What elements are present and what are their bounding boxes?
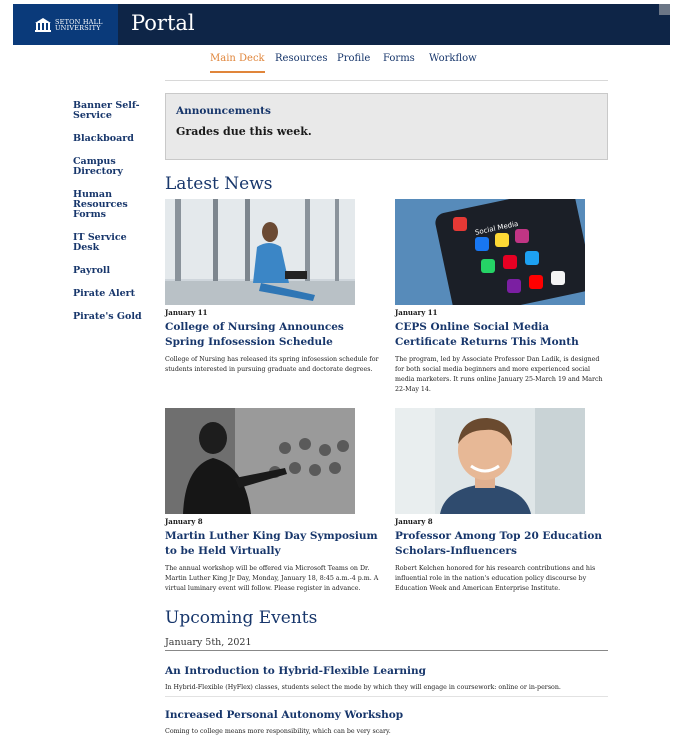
logo-line-2: UNIVERSITY: [55, 23, 101, 32]
announcement-text: Grades due this week.: [176, 125, 312, 138]
mlk-speech-photo[interactable]: [165, 408, 355, 514]
news-blurb: Robert Kelchen honored for his research …: [395, 565, 596, 592]
corner-menu-icon[interactable]: [659, 4, 670, 15]
news-card: January 8 Martin Luther King Day Symposi…: [165, 408, 380, 594]
event-divider: [165, 696, 608, 697]
event-title[interactable]: An Introduction to Hybrid-Flexible Learn…: [165, 665, 608, 677]
news-headline[interactable]: Professor Among Top 20 Education Scholar…: [395, 529, 610, 559]
news-date: January 8: [165, 517, 203, 526]
events-date-header: January 5th, 2021: [165, 637, 608, 651]
news-date: January 8: [395, 517, 433, 526]
main-tabs: Main Deck Resources Profile Forms Workfl…: [165, 45, 608, 81]
social-media-apps-photo[interactable]: Social Media: [395, 199, 585, 305]
sidebar-item-pirates-gold[interactable]: Pirate's Gold: [73, 312, 153, 322]
latest-news-heading: Latest News: [165, 174, 273, 194]
sidebar-item-payroll[interactable]: Payroll: [73, 266, 153, 276]
sidebar-item-banner-self-service[interactable]: Banner Self-Service: [73, 101, 153, 121]
event-item: Increased Personal Autonomy Workshop Com…: [165, 709, 608, 735]
news-card: January 8 Professor Among Top 20 Educati…: [395, 408, 610, 594]
event-item: An Introduction to Hybrid-Flexible Learn…: [165, 665, 608, 697]
news-card: January 11 College of Nursing Announces …: [165, 199, 380, 375]
upcoming-events-heading: Upcoming Events: [165, 608, 318, 628]
professor-portrait-photo[interactable]: [395, 408, 585, 514]
sidebar-quick-links: Banner Self-Service Blackboard Campus Di…: [73, 101, 153, 335]
event-description: In Hybrid-Flexible (HyFlex) classes, stu…: [165, 684, 561, 691]
news-blurb: The annual workshop will be offered via …: [165, 565, 379, 592]
nursing-student-photo[interactable]: [165, 199, 355, 305]
page-title: Portal: [131, 11, 195, 35]
tab-main-deck[interactable]: Main Deck: [210, 53, 265, 73]
news-headline[interactable]: College of Nursing Announces Spring Info…: [165, 320, 380, 350]
event-title[interactable]: Increased Personal Autonomy Workshop: [165, 709, 608, 721]
announcements-panel: Announcements Grades due this week.: [165, 93, 608, 160]
event-description: Coming to college means more responsibil…: [165, 728, 391, 735]
sidebar-item-pirate-alert[interactable]: Pirate Alert: [73, 289, 153, 299]
sidebar-item-blackboard[interactable]: Blackboard: [73, 134, 153, 144]
sidebar-item-human-resources-forms[interactable]: Human Resources Forms: [73, 190, 153, 220]
university-logo[interactable]: SETON HALL UNIVERSITY: [13, 4, 118, 45]
tab-forms[interactable]: Forms: [383, 53, 415, 71]
news-date: January 11: [395, 308, 438, 317]
news-headline[interactable]: CEPS Online Social Media Certificate Ret…: [395, 320, 610, 350]
university-building-icon: [35, 17, 51, 32]
news-headline[interactable]: Martin Luther King Day Symposium to be H…: [165, 529, 380, 559]
sidebar-item-it-service-desk[interactable]: IT Service Desk: [73, 233, 153, 253]
portal-header: SETON HALL UNIVERSITY Portal: [13, 4, 670, 45]
announcements-title: Announcements: [176, 105, 271, 117]
tab-workflow[interactable]: Workflow: [429, 53, 477, 71]
tab-resources[interactable]: Resources: [275, 53, 327, 71]
logo-wordmark: SETON HALL UNIVERSITY: [55, 18, 103, 32]
news-blurb: The program, led by Associate Professor …: [395, 356, 603, 393]
tab-profile[interactable]: Profile: [337, 53, 370, 71]
news-card: Social Media January 11 CEPS Online Soci…: [395, 199, 610, 395]
sidebar-item-campus-directory[interactable]: Campus Directory: [73, 157, 153, 177]
news-date: January 11: [165, 308, 208, 317]
news-blurb: College of Nursing has released its spri…: [165, 356, 379, 373]
